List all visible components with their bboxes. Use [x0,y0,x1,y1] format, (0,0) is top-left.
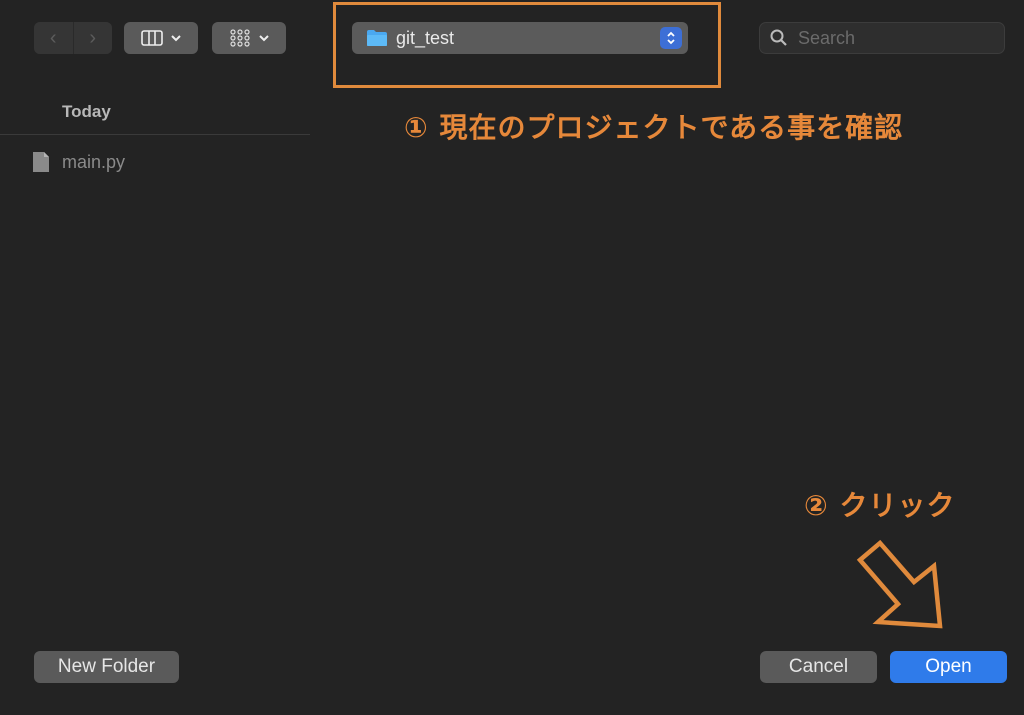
chevron-down-icon [171,35,181,42]
navigation-buttons: ‹ › [34,22,112,54]
search-icon [770,29,787,46]
chevron-right-icon: › [89,26,97,49]
new-folder-button[interactable]: New Folder [34,651,179,683]
forward-button[interactable]: › [72,22,112,54]
back-button[interactable]: ‹ [34,22,73,54]
section-header-today: Today [62,102,111,121]
annotation-step-1: ① 現在のプロジェクトである事を確認 [404,111,904,144]
group-by-button[interactable] [212,22,286,54]
grid-icon [230,29,250,47]
search-input[interactable] [796,26,990,50]
chevron-down-icon [259,35,269,42]
columns-icon [141,30,163,46]
annotation-step-2: ② クリック [804,489,956,522]
view-mode-button[interactable] [124,22,198,54]
annotation-highlight-box [333,2,721,88]
open-file-dialog: ‹ › git_test Search Today main.py ① 現在のプ… [0,0,1024,715]
list-item[interactable]: main.py [32,150,125,174]
search-field[interactable] [759,22,1005,54]
chevron-left-icon: ‹ [49,26,57,49]
section-divider [0,134,310,135]
annotation-arrow-icon [856,539,943,629]
open-button[interactable]: Open [890,651,1007,683]
cancel-button[interactable]: Cancel [760,651,877,683]
document-icon [33,152,49,172]
file-name: main.py [62,151,126,172]
